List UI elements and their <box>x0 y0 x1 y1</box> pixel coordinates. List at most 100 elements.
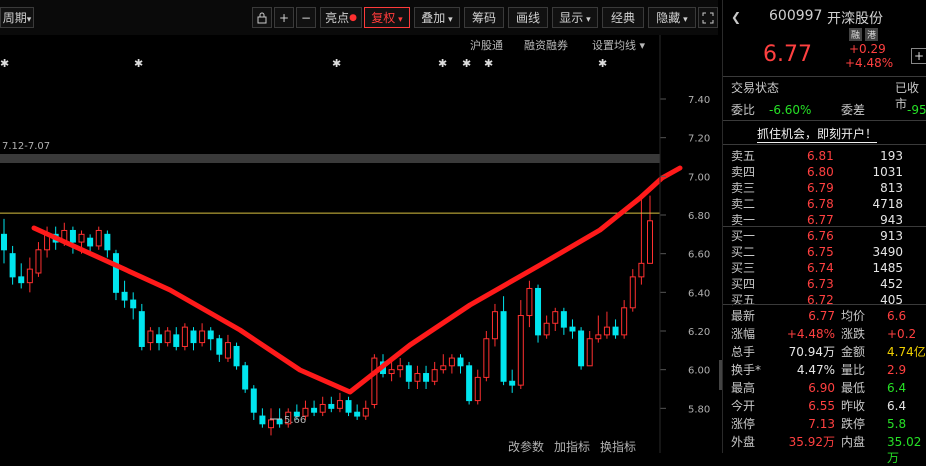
order-level-label: 买五 <box>731 293 756 307</box>
event-star-icon[interactable]: ✱ <box>438 57 447 70</box>
fullscreen-button[interactable] <box>698 7 718 28</box>
lock-button[interactable] <box>252 7 272 28</box>
weicha-label: 委差 <box>841 103 866 117</box>
candle-body <box>319 403 326 413</box>
zoom-out-button[interactable]: − <box>296 7 316 28</box>
draw-line-button[interactable]: 画线 <box>508 7 548 28</box>
open-account-link[interactable]: 抓住机会，即刻开户！ <box>757 125 878 143</box>
order-row[interactable]: 买三 6.74 1485 <box>723 260 926 276</box>
display-dropdown[interactable]: 显示 ▾ <box>552 7 598 28</box>
candle <box>26 257 33 293</box>
order-level-label: 买二 <box>731 245 756 259</box>
overlay-dropdown[interactable]: 叠加 ▾ <box>414 7 460 28</box>
switch-indicator-button[interactable]: 换指标 <box>600 438 636 455</box>
candle <box>578 327 585 370</box>
back-chevron-icon[interactable]: ❮ <box>731 10 741 24</box>
candle <box>638 195 645 285</box>
candle <box>560 307 567 335</box>
add-watchlist-button[interactable]: + <box>911 48 926 64</box>
candle-body <box>173 334 180 347</box>
y-tick-label: 7.20 <box>688 134 710 145</box>
order-volume: 913 <box>880 229 903 243</box>
stat-row: 外盘 35.92万 内盘 35.02万 <box>723 434 926 465</box>
candle <box>173 327 180 351</box>
stat-label: 跌停 <box>841 417 866 431</box>
stat-label: 换手* <box>731 363 762 377</box>
order-volume: 4718 <box>872 197 903 211</box>
candle-body <box>397 365 404 371</box>
order-row[interactable]: 卖三 6.79 813 <box>723 180 926 196</box>
candle-body <box>517 315 524 386</box>
chip-button[interactable]: 筹码 <box>464 7 504 28</box>
order-row[interactable]: 卖四 6.80 1031 <box>723 164 926 180</box>
candle <box>423 365 430 389</box>
order-row[interactable]: 买五 6.72 405 <box>723 292 926 308</box>
order-row[interactable]: 买四 6.73 452 <box>723 276 926 292</box>
candle <box>362 400 369 420</box>
candle-body <box>147 330 154 344</box>
candle-body <box>95 229 102 247</box>
event-star-icon[interactable]: ✱ <box>462 57 471 70</box>
divider <box>723 76 926 77</box>
candle-body <box>207 330 214 340</box>
candle-body <box>328 403 335 409</box>
order-row[interactable]: 卖二 6.78 4718 <box>723 196 926 212</box>
candle-body <box>35 249 42 274</box>
fuquan-dropdown[interactable]: 复权 ▾ <box>364 7 410 28</box>
stat-value: 4.47% <box>796 363 835 377</box>
candle <box>612 319 619 339</box>
date-range-label: 7.12-7.07 <box>2 141 50 152</box>
zoom-in-button[interactable]: + <box>274 7 294 28</box>
candle <box>569 319 576 339</box>
period-label: 周期 <box>2 11 27 25</box>
candle-body <box>1 233 7 251</box>
highlight-button[interactable]: 亮点● <box>320 7 362 28</box>
candle-body <box>405 365 412 382</box>
candle-body <box>423 373 430 382</box>
chevron-down-icon: ▾ <box>680 15 688 25</box>
candle <box>629 269 636 312</box>
event-star-icon[interactable]: ✱ <box>598 57 607 70</box>
classic-button[interactable]: 经典 <box>602 7 644 28</box>
candle <box>371 354 378 409</box>
hide-dropdown[interactable]: 隐藏 ▾ <box>648 7 696 28</box>
order-volume: 1031 <box>872 165 903 179</box>
order-row[interactable]: 买一 6.76 913 <box>723 228 926 244</box>
stat-label: 今开 <box>731 399 756 413</box>
candle-body <box>345 400 352 413</box>
stat-value: 70.94万 <box>788 345 835 359</box>
y-tick-label: 6.60 <box>688 250 710 261</box>
weibi-label: 委比 <box>731 103 756 117</box>
candle-body <box>233 345 240 367</box>
stat-row: 最新 6.77 均价 6.6 <box>723 308 926 324</box>
candle <box>345 396 352 417</box>
divider <box>723 144 926 145</box>
candle-body <box>629 276 636 309</box>
classic-label: 经典 <box>610 11 635 25</box>
event-star-icon[interactable]: ✱ <box>484 57 493 70</box>
event-star-icon[interactable]: ✱ <box>332 57 341 70</box>
y-tick-label: 6.00 <box>688 366 710 377</box>
candle <box>164 327 171 347</box>
change-param-button[interactable]: 改参数 <box>508 438 544 455</box>
y-tick-label: 6.40 <box>688 288 710 299</box>
order-row[interactable]: 买二 6.75 3490 <box>723 244 926 260</box>
candle <box>466 361 473 405</box>
stat-row: 换手* 4.47% 量比 2.9 <box>723 362 926 378</box>
candle <box>535 284 542 343</box>
hk-tag: 港 <box>865 28 879 41</box>
event-star-icon[interactable]: ✱ <box>0 57 9 70</box>
order-row[interactable]: 卖五 6.81 193 <box>723 148 926 164</box>
candle-body <box>190 330 197 344</box>
last-price: 6.77 <box>763 42 812 67</box>
period-dropdown[interactable]: 周期▾ <box>0 7 34 28</box>
event-star-icon[interactable]: ✱ <box>134 57 143 70</box>
order-level-label: 买四 <box>731 277 756 291</box>
add-indicator-button[interactable]: 加指标 <box>554 438 590 455</box>
order-price: 6.80 <box>807 165 834 179</box>
y-tick-label: 6.80 <box>688 211 710 222</box>
kline-chart[interactable]: ✱ ✱ ✱ ✱ ✱ ✱ ✱ 7.12-7.07 7.40 7.20 7.00 6.80 6.60 6.… <box>0 35 718 453</box>
divider <box>723 304 926 305</box>
candle-body <box>242 365 249 390</box>
order-level-label: 买一 <box>731 229 756 243</box>
